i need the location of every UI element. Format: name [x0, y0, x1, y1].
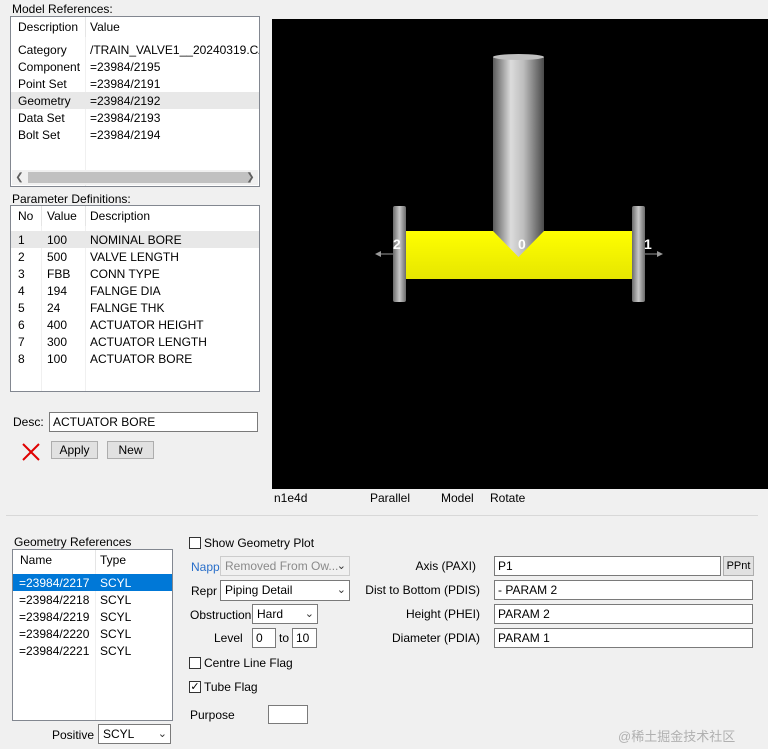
desc-label: Desc:: [13, 415, 44, 429]
height-label: Height (PHEI): [405, 607, 480, 621]
chevron-down-icon: ⌄: [304, 608, 314, 620]
col-description[interactable]: Description: [90, 209, 150, 223]
3d-viewport[interactable]: 2 0 1: [272, 19, 768, 489]
chevron-down-icon: ⌄: [157, 728, 167, 740]
table-row[interactable]: =23984/2220 SCYL: [13, 625, 172, 642]
centre-line-flag-label[interactable]: Centre Line Flag: [204, 656, 293, 670]
dist-to-bottom-input[interactable]: - PARAM 2: [494, 580, 753, 600]
table-row[interactable]: 2 500 VALVE LENGTH: [11, 248, 259, 265]
col-name[interactable]: Name: [20, 553, 52, 567]
model-references-list[interactable]: Description Value Category/TRAIN_VALVE1_…: [10, 16, 260, 187]
purpose-label: Purpose: [190, 708, 235, 722]
chevron-right-icon[interactable]: ❯: [243, 170, 258, 185]
point-label-1: 1: [644, 236, 652, 252]
parameter-definitions-header: No Value Description: [11, 206, 259, 226]
list-item[interactable]: Category/TRAIN_VALVE1__20240319.CAT: [11, 41, 259, 58]
repr-label: Repr: [191, 584, 218, 598]
actuator-cylinder: [493, 57, 544, 257]
valve-model: 2 0 1: [375, 54, 663, 302]
table-row[interactable]: 3 FBB CONN TYPE: [11, 265, 259, 282]
flange-right: [632, 206, 645, 302]
watermark: @稀土掘金技术社区: [618, 729, 736, 744]
dist-to-bottom-label: Dist to Bottom (PDIS): [365, 583, 480, 597]
parameter-definitions-label: Parameter Definitions:: [12, 192, 131, 206]
tube-flag-label[interactable]: Tube Flag: [204, 680, 258, 694]
table-row[interactable]: 8 100 ACTUATOR BORE: [11, 350, 259, 367]
model-references-label: Model References:: [12, 2, 113, 16]
status-element: n1e4d: [274, 491, 308, 505]
table-row[interactable]: 5 24 FALNGE THK: [11, 299, 259, 316]
level-from-input[interactable]: 0: [252, 628, 276, 648]
new-button[interactable]: New: [107, 441, 154, 459]
ppnt-button[interactable]: PPnt: [723, 556, 754, 576]
obstruction-label: Obstruction: [190, 608, 252, 622]
table-row[interactable]: =23984/2219 SCYL: [13, 608, 172, 625]
horizontal-scrollbar[interactable]: ❮ ❯: [12, 170, 258, 185]
status-mode[interactable]: Model: [441, 491, 474, 505]
diameter-label: Diameter (PDIA): [391, 631, 480, 645]
model-references-header: Description Value: [11, 17, 259, 37]
chevron-down-icon: ⌄: [336, 560, 346, 572]
chevron-left-icon[interactable]: ❮: [12, 170, 27, 185]
col-value[interactable]: Value: [90, 20, 120, 34]
list-item[interactable]: Component =23984/2195: [11, 58, 259, 75]
height-input[interactable]: PARAM 2: [494, 604, 753, 624]
scrollbar-thumb[interactable]: [28, 172, 251, 183]
table-row[interactable]: =23984/2218 SCYL: [13, 591, 172, 608]
col-value[interactable]: Value: [47, 209, 77, 223]
list-item[interactable]: Point Set =23984/2191: [11, 75, 259, 92]
table-row[interactable]: 1 100 NOMINAL BORE: [11, 231, 259, 248]
list-item[interactable]: Bolt Set =23984/2194: [11, 126, 259, 143]
col-description[interactable]: Description: [18, 20, 78, 34]
geometry-references-header: Name Type: [13, 550, 172, 570]
diameter-input[interactable]: PARAM 1: [494, 628, 753, 648]
desc-input[interactable]: ACTUATOR BORE: [49, 412, 258, 432]
point-label-0: 0: [518, 236, 526, 252]
list-item[interactable]: Geometry =23984/2192: [11, 92, 259, 109]
axis-label: Axis (PAXI): [415, 559, 476, 573]
parameter-definitions-list[interactable]: No Value Description 1 100 NOMINAL BORE 25…: [10, 205, 260, 392]
centre-line-flag-checkbox[interactable]: [189, 657, 201, 669]
checkmark-icon: ✓: [190, 681, 200, 693]
status-action[interactable]: Rotate: [490, 491, 525, 505]
napp-select[interactable]: Removed From Ow... ⌄: [220, 556, 350, 576]
obstruction-select[interactable]: Hard ⌄: [252, 604, 318, 624]
list-item[interactable]: Data Set =23984/2193: [11, 109, 259, 126]
col-type[interactable]: Type: [100, 553, 126, 567]
positive-label: Positive: [52, 728, 95, 742]
section-divider: [6, 515, 758, 516]
delete-icon[interactable]: [20, 441, 42, 463]
positive-select[interactable]: SCYL ⌄: [98, 724, 171, 744]
table-row[interactable]: 4 194 FALNGE DIA: [11, 282, 259, 299]
show-geometry-plot-checkbox[interactable]: [189, 537, 201, 549]
table-row[interactable]: =23984/2221 SCYL: [13, 642, 172, 659]
table-row[interactable]: =23984/2217 SCYL: [13, 574, 172, 591]
napp-label: Napp: [191, 560, 220, 574]
axis-input[interactable]: P1: [494, 556, 721, 576]
level-to-input[interactable]: 10: [292, 628, 317, 648]
geometry-references-label: Geometry References: [14, 535, 132, 549]
point-label-2: 2: [393, 236, 401, 252]
repr-select[interactable]: Piping Detail ⌄: [220, 580, 350, 601]
purpose-input[interactable]: [268, 705, 308, 724]
geometry-references-list[interactable]: Name Type =23984/2217 SCYL =23984/2218 SCY…: [12, 549, 173, 721]
flange-left: [393, 206, 406, 302]
status-projection[interactable]: Parallel: [370, 491, 410, 505]
show-geometry-plot-label[interactable]: Show Geometry Plot: [204, 536, 314, 550]
table-row[interactable]: 7 300 ACTUATOR LENGTH: [11, 333, 259, 350]
table-row[interactable]: 6 400 ACTUATOR HEIGHT: [11, 316, 259, 333]
level-to-label: to: [279, 631, 290, 645]
apply-button[interactable]: Apply: [51, 441, 98, 459]
level-label: Level: [214, 631, 243, 645]
col-no[interactable]: No: [18, 209, 33, 223]
tube-flag-checkbox[interactable]: ✓: [189, 681, 201, 693]
